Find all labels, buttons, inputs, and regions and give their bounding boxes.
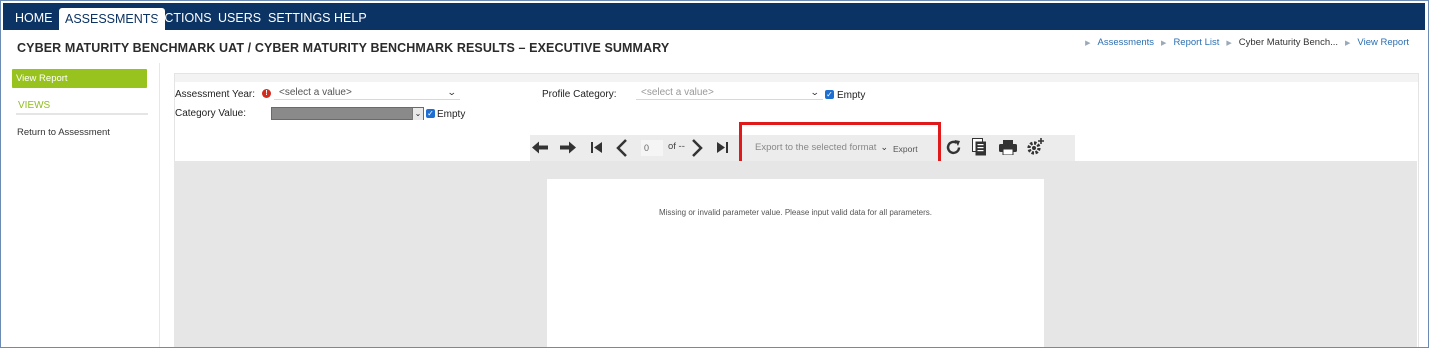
category-value-label: Category Value: [175, 108, 246, 119]
chevron-down-icon: ⌄ [447, 87, 458, 97]
assessment-year-label: Assessment Year: [175, 89, 256, 100]
breadcrumb-separator-icon: ▶ [1345, 39, 1351, 47]
sidebar-divider [159, 63, 160, 347]
sidebar: View Report VIEWS Return to Assessment [12, 69, 148, 347]
assessment-year-value: <select a value> [279, 87, 352, 98]
nav-help[interactable]: HELP [334, 3, 367, 30]
breadcrumb: ▶ Assessments ▶ Report List ▶ Cyber Matu… [1082, 37, 1409, 48]
profile-category-value: <select a value> [641, 87, 714, 98]
document-map-icon[interactable] [972, 138, 987, 156]
breadcrumb-separator-icon: ▶ [1085, 39, 1091, 47]
breadcrumb-current-report: Cyber Maturity Bench... [1238, 37, 1339, 48]
profile-empty-checkbox[interactable]: ✓ [825, 90, 834, 99]
assessment-year-select[interactable]: <select a value> ⌄ [274, 86, 460, 100]
page-title: CYBER MATURITY BENCHMARK UAT / CYBER MAT… [17, 41, 670, 55]
chevron-down-icon: ⌄ [810, 87, 821, 97]
category-empty-label: Empty [437, 109, 466, 120]
return-to-assessment-link[interactable]: Return to Assessment [17, 127, 110, 138]
breadcrumb-separator-icon: ▶ [1161, 39, 1167, 47]
profile-category-select[interactable]: <select a value> ⌄ [636, 86, 823, 100]
profile-empty-label: Empty [837, 90, 866, 101]
nav-settings[interactable]: SETTINGS [268, 3, 331, 30]
last-page-icon[interactable] [717, 141, 728, 154]
nav-assessments[interactable]: ASSESSMENTS [59, 8, 165, 30]
views-heading: VIEWS [18, 100, 51, 111]
chevron-down-icon: ⌄ [412, 108, 423, 120]
nav-users[interactable]: USERS [218, 3, 261, 30]
page-number-input[interactable] [641, 140, 663, 156]
print-icon[interactable] [999, 140, 1017, 155]
app-window: HOME ASSESSMENTS ACTIONS USERS SETTINGS … [0, 0, 1429, 348]
breadcrumb-separator-icon: ▶ [1226, 39, 1232, 47]
nav-home[interactable]: HOME [15, 3, 53, 30]
first-page-icon[interactable] [591, 141, 602, 154]
previous-page-icon[interactable] [616, 139, 628, 157]
report-viewer-header [175, 74, 1418, 82]
next-page-icon[interactable] [691, 139, 703, 157]
view-report-button[interactable]: View Report [12, 69, 147, 88]
back-arrow-icon[interactable] [532, 141, 548, 154]
category-value-select[interactable]: ⌄ [271, 107, 424, 120]
breadcrumb-assessments[interactable]: Assessments [1098, 37, 1155, 48]
views-divider [16, 113, 148, 115]
category-empty-checkbox[interactable]: ✓ [426, 109, 435, 118]
required-warning-icon: ! [262, 89, 271, 98]
forward-arrow-icon[interactable] [560, 141, 576, 154]
profile-category-label: Profile Category: [542, 89, 617, 100]
breadcrumb-report-list[interactable]: Report List [1173, 37, 1219, 48]
report-page: Missing or invalid parameter value. Plea… [547, 179, 1044, 347]
nav-actions[interactable]: ACTIONS [156, 3, 212, 30]
top-navigation: HOME ASSESSMENTS ACTIONS USERS SETTINGS … [3, 3, 1425, 30]
report-error-message: Missing or invalid parameter value. Plea… [658, 208, 933, 217]
page-count-label: of -- [668, 141, 685, 152]
settings-gear-icon[interactable] [1026, 137, 1046, 156]
breadcrumb-view-report[interactable]: View Report [1357, 37, 1409, 48]
refresh-icon[interactable] [945, 139, 962, 156]
